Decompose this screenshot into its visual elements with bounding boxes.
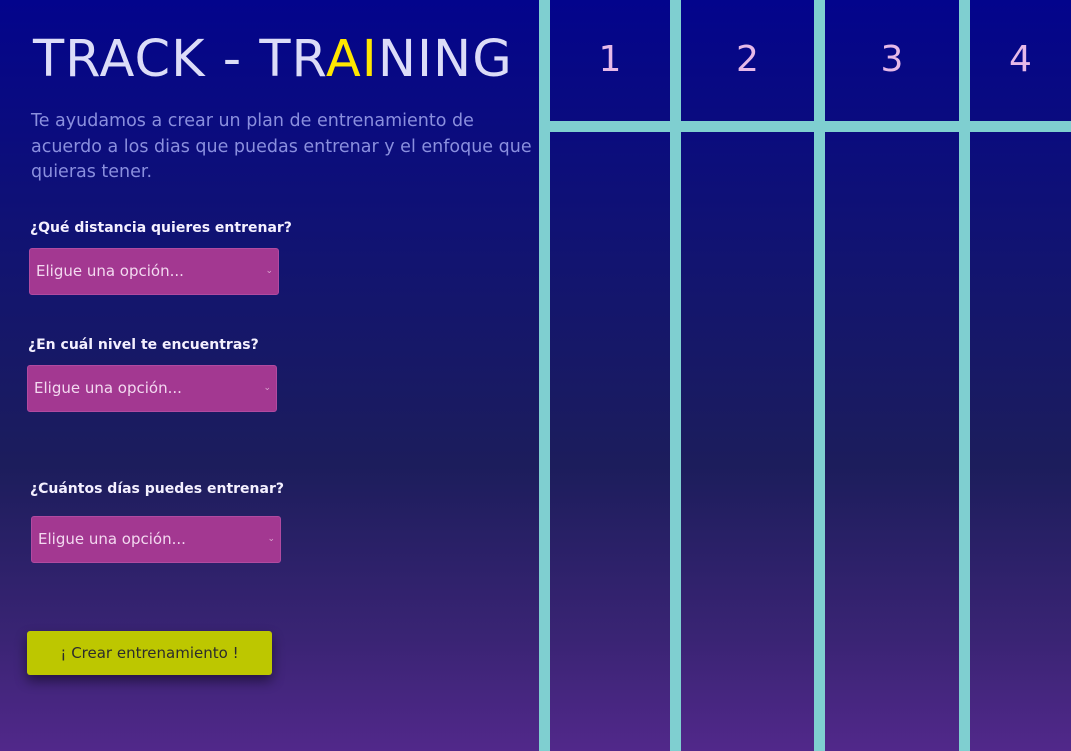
app-description: Te ayudamos a crear un plan de entrenami…: [31, 111, 532, 182]
grid-header-divider: [539, 121, 1071, 132]
chevron-down-icon: ⌄: [263, 383, 271, 393]
distance-label: ¿Qué distancia quieres entrenar?: [30, 220, 292, 236]
level-select[interactable]: Eligue una opción... ⌄: [27, 365, 277, 412]
grid-divider: [814, 0, 825, 751]
day-column-header-3: 3: [880, 39, 904, 80]
grid-divider: [670, 0, 681, 751]
chevron-down-icon: ⌄: [267, 534, 275, 544]
days-select[interactable]: Eligue una opción... ⌄: [31, 516, 281, 563]
app-title: TRACK - TRAINING: [33, 30, 513, 90]
days-label: ¿Cuántos días puedes entrenar?: [30, 481, 284, 497]
level-select-value: Eligue una opción...: [34, 379, 182, 397]
day-column-header-2: 2: [736, 39, 759, 80]
day-column-header-1: 1: [598, 39, 622, 80]
title-ai-highlight: AI: [325, 30, 378, 89]
title-part-1: TRACK - TR: [33, 30, 326, 89]
grid-divider: [539, 0, 550, 751]
distance-select-value: Eligue una opción...: [36, 262, 184, 280]
level-label: ¿En cuál nivel te encuentras?: [28, 337, 259, 353]
day-column-header-4: 4: [1009, 39, 1032, 80]
distance-select[interactable]: Eligue una opción... ⌄: [29, 248, 279, 295]
title-part-2: NING: [377, 30, 513, 89]
days-select-value: Eligue una opción...: [38, 530, 186, 548]
chevron-down-icon: ⌄: [265, 266, 273, 276]
grid-divider: [959, 0, 970, 751]
create-training-button[interactable]: ¡ Crear entrenamiento !: [27, 631, 272, 675]
